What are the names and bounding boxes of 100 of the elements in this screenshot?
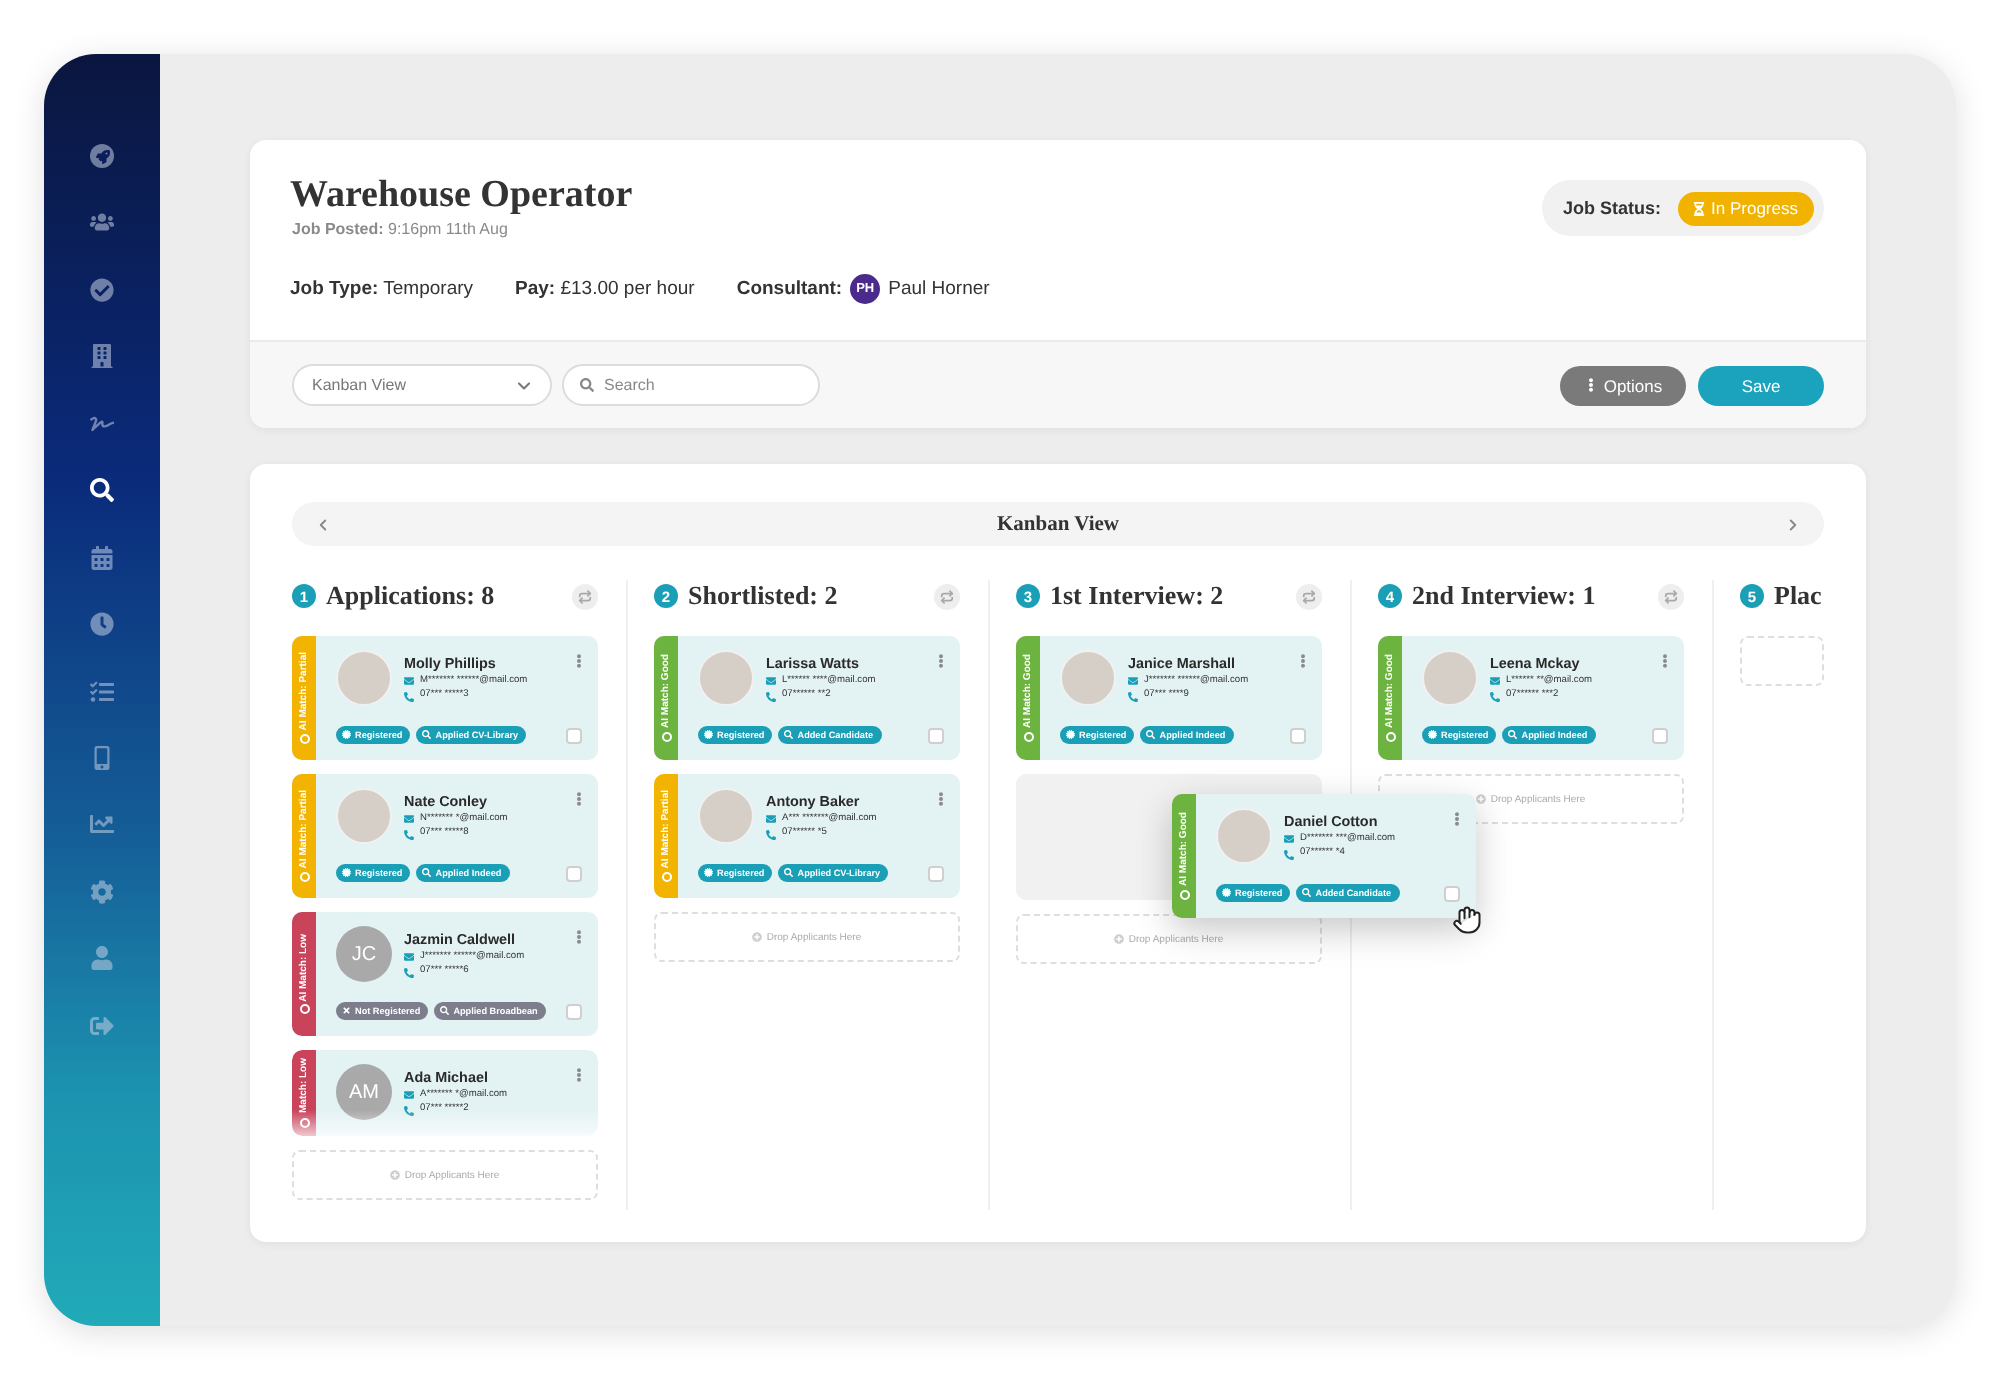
status-text: In Progress bbox=[1711, 198, 1798, 218]
phone-icon bbox=[404, 691, 414, 701]
signature-icon[interactable] bbox=[90, 411, 114, 436]
column-title: Applications: 8 bbox=[326, 580, 497, 612]
mobile-phone-icon[interactable] bbox=[90, 745, 114, 770]
avatar-photo bbox=[698, 650, 754, 706]
select-checkbox[interactable] bbox=[566, 727, 582, 743]
phone-icon bbox=[404, 967, 414, 977]
phone-icon bbox=[1490, 691, 1500, 701]
search-icon bbox=[580, 378, 594, 392]
refresh-icon[interactable] bbox=[1658, 583, 1684, 609]
ring-icon bbox=[299, 734, 309, 745]
ring-icon bbox=[299, 1117, 309, 1128]
rocket-icon[interactable] bbox=[90, 144, 114, 168]
select-checkbox[interactable] bbox=[928, 727, 944, 743]
kebab-menu-icon[interactable] bbox=[576, 654, 582, 668]
email-icon bbox=[404, 952, 414, 962]
column-title: Plac bbox=[1774, 580, 1824, 612]
search-icon bbox=[422, 868, 432, 878]
refresh-icon[interactable] bbox=[572, 583, 598, 609]
kebab-menu-icon[interactable] bbox=[938, 792, 944, 806]
settings-icon[interactable] bbox=[90, 879, 114, 904]
kebab-menu-icon[interactable] bbox=[938, 654, 944, 668]
search-icon bbox=[784, 730, 794, 740]
avatar-initials: JC bbox=[336, 926, 392, 982]
kebab-menu-icon[interactable] bbox=[1454, 812, 1460, 826]
chevron-left-icon[interactable] bbox=[314, 515, 332, 533]
clock-icon[interactable] bbox=[90, 612, 114, 637]
email-icon bbox=[404, 1090, 414, 1100]
phone-icon bbox=[404, 829, 414, 839]
avatar-photo bbox=[1216, 808, 1272, 864]
phone-icon bbox=[1284, 849, 1294, 859]
select-checkbox[interactable] bbox=[566, 1003, 582, 1019]
close-icon bbox=[342, 1006, 351, 1016]
refresh-icon[interactable] bbox=[934, 583, 960, 609]
avatar-photo bbox=[336, 650, 392, 706]
avatar-photo bbox=[336, 788, 392, 844]
options-button[interactable]: Options bbox=[1560, 365, 1686, 405]
select-checkbox[interactable] bbox=[566, 865, 582, 881]
checklist-icon[interactable] bbox=[90, 679, 114, 703]
job-posted-text: Job Posted: 9:16pm 11th Aug bbox=[290, 220, 508, 240]
select-checkbox[interactable] bbox=[1652, 727, 1668, 743]
select-checkbox[interactable] bbox=[1444, 885, 1460, 901]
kebab-menu-icon[interactable] bbox=[1300, 654, 1306, 668]
building-icon[interactable] bbox=[90, 344, 114, 369]
email-icon bbox=[404, 676, 414, 686]
badge-icon bbox=[1428, 730, 1437, 740]
search-icon bbox=[784, 868, 794, 878]
calendar-icon[interactable] bbox=[90, 545, 114, 570]
job-detail-text: Job Type: Temporary bbox=[290, 278, 474, 300]
search-icon bbox=[1146, 730, 1156, 740]
search-icon[interactable] bbox=[90, 478, 114, 503]
column-title: Shortlisted: 2 bbox=[688, 580, 840, 612]
ring-icon bbox=[661, 731, 671, 742]
ring-icon bbox=[1023, 731, 1033, 742]
view-select[interactable]: Kanban View bbox=[292, 364, 552, 406]
badge-icon bbox=[342, 868, 351, 878]
avatar-photo bbox=[1422, 650, 1478, 706]
badge-icon bbox=[342, 730, 351, 740]
phone-icon bbox=[766, 829, 776, 839]
user-icon[interactable] bbox=[90, 946, 114, 971]
search-field[interactable]: Search bbox=[562, 364, 820, 406]
ring-icon bbox=[299, 1004, 309, 1015]
line-chart-icon[interactable] bbox=[90, 812, 114, 837]
ring-icon bbox=[661, 872, 671, 883]
refresh-icon[interactable] bbox=[1296, 583, 1322, 609]
consultant-label: Consultant: bbox=[736, 278, 843, 300]
badge-icon bbox=[1066, 730, 1075, 740]
kebab-menu-icon[interactable] bbox=[576, 930, 582, 944]
email-icon bbox=[766, 814, 776, 824]
email-icon bbox=[1284, 834, 1294, 844]
kebab-menu-icon[interactable] bbox=[576, 1068, 582, 1082]
column-title: 1st Interview: 2 bbox=[1050, 580, 1226, 612]
phone-icon bbox=[766, 691, 776, 701]
email-icon bbox=[404, 814, 414, 824]
select-checkbox[interactable] bbox=[928, 865, 944, 881]
users-icon[interactable] bbox=[90, 210, 114, 235]
avatar-photo bbox=[698, 788, 754, 844]
ring-icon bbox=[299, 872, 309, 883]
email-icon bbox=[766, 676, 776, 686]
hand-cursor-icon bbox=[1452, 904, 1482, 936]
badge-icon bbox=[704, 730, 713, 740]
job-detail-text: Pay: £13.00 per hour bbox=[515, 278, 695, 300]
logout-icon[interactable] bbox=[90, 1013, 114, 1038]
badge-icon bbox=[1222, 888, 1231, 898]
search-icon bbox=[1302, 888, 1312, 898]
consultant-name: Paul Horner bbox=[888, 278, 990, 300]
kebab-menu-icon[interactable] bbox=[576, 792, 582, 806]
kebab-menu-icon[interactable] bbox=[1662, 654, 1668, 668]
kebab-icon bbox=[1583, 378, 1598, 392]
phone-icon bbox=[1128, 691, 1138, 701]
job-title: Warehouse Operator bbox=[290, 174, 633, 218]
hourglass-icon bbox=[1691, 201, 1706, 215]
ring-icon bbox=[1385, 731, 1395, 742]
phone-icon bbox=[404, 1105, 414, 1115]
avatar-photo bbox=[1060, 650, 1116, 706]
search-icon bbox=[422, 730, 432, 740]
kanban-title: Kanban View bbox=[997, 513, 1119, 535]
select-checkbox[interactable] bbox=[1290, 727, 1306, 743]
search-icon bbox=[440, 1006, 450, 1016]
